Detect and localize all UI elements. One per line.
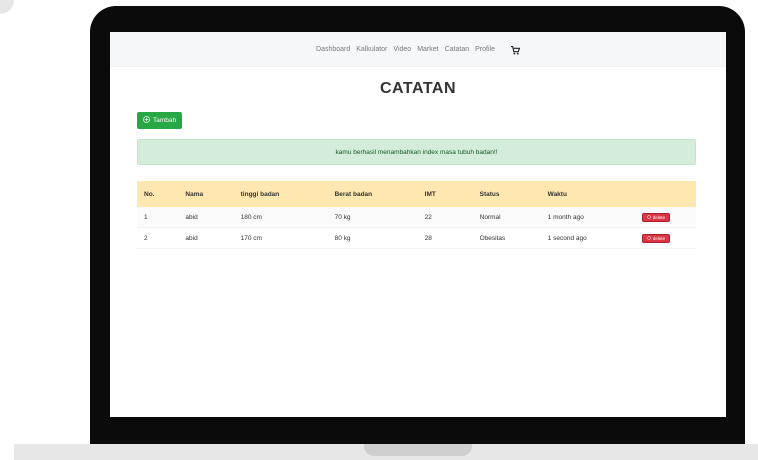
- table-header-row: No. Nama tinggi badan Berat badan IMT St…: [137, 181, 696, 207]
- cell-action: delete: [634, 207, 696, 228]
- table-row: 1 abid 180 cm 70 kg 22 Normal 1 month ag…: [137, 207, 696, 228]
- cell-tinggi: 170 cm: [233, 227, 328, 249]
- delete-label: delete: [652, 214, 665, 220]
- delete-button[interactable]: delete: [641, 212, 670, 222]
- nav-catatan[interactable]: Catatan: [445, 46, 470, 53]
- nav-dashboard[interactable]: Dashboard: [316, 46, 350, 53]
- cell-berat: 70 kg: [327, 207, 418, 228]
- cell-nama: abid: [178, 227, 234, 249]
- trash-icon: [646, 235, 651, 241]
- col-header-nama: Nama: [185, 190, 204, 198]
- cell-status: Obesitas: [472, 227, 541, 249]
- col-header-status: Status: [479, 190, 500, 198]
- shopping-cart-icon[interactable]: [510, 45, 521, 57]
- col-header-tinggi: tinggi badan: [240, 190, 280, 198]
- col-header-berat: Berat badan: [334, 190, 373, 198]
- nav-market[interactable]: Market: [417, 46, 438, 53]
- add-record-label: Tambah: [153, 117, 177, 124]
- nav-profile[interactable]: Profile: [475, 46, 495, 53]
- success-alert: kamu berhasil menambahkan index masa tub…: [137, 139, 696, 165]
- cell-status: Normal: [472, 207, 541, 228]
- cell-imt: 28: [417, 227, 473, 249]
- records-table: No. Nama tinggi badan Berat badan IMT St…: [137, 181, 696, 249]
- add-record-button[interactable]: Tambah: [137, 112, 183, 129]
- nav-kalkulator[interactable]: Kalkulator: [356, 46, 387, 53]
- cell-berat: 80 kg: [327, 227, 418, 249]
- cell-waktu: 1 month ago: [540, 207, 635, 228]
- col-header-imt: IMT: [424, 190, 436, 198]
- top-navbar: Dashboard Kalkulator Video Market Catata…: [110, 32, 726, 67]
- alert-message: kamu berhasil menambahkan index masa tub…: [335, 148, 498, 156]
- cell-imt: 22: [417, 207, 473, 228]
- cell-no: 1: [137, 207, 179, 228]
- decorative-corner: [0, 0, 14, 14]
- cell-action: delete: [634, 227, 696, 249]
- nav-video[interactable]: Video: [393, 46, 411, 53]
- cell-tinggi: 180 cm: [233, 207, 328, 228]
- col-header-action: [635, 181, 696, 207]
- trash-icon: [646, 214, 651, 220]
- app-screen: Dashboard Kalkulator Video Market Catata…: [110, 32, 726, 417]
- cell-no: 2: [137, 227, 179, 249]
- col-header-waktu: Waktu: [547, 190, 567, 198]
- delete-label: delete: [652, 235, 665, 241]
- table-row: 2 abid 170 cm 80 kg 28 Obesitas 1 second…: [137, 227, 696, 249]
- delete-button[interactable]: delete: [641, 233, 670, 243]
- col-header-no: No.: [144, 190, 155, 198]
- cell-waktu: 1 second ago: [540, 227, 635, 249]
- plus-circle-icon: [143, 116, 150, 125]
- laptop-notch: [364, 444, 472, 456]
- page-title: CATATAN: [379, 80, 457, 97]
- cell-nama: abid: [178, 207, 234, 228]
